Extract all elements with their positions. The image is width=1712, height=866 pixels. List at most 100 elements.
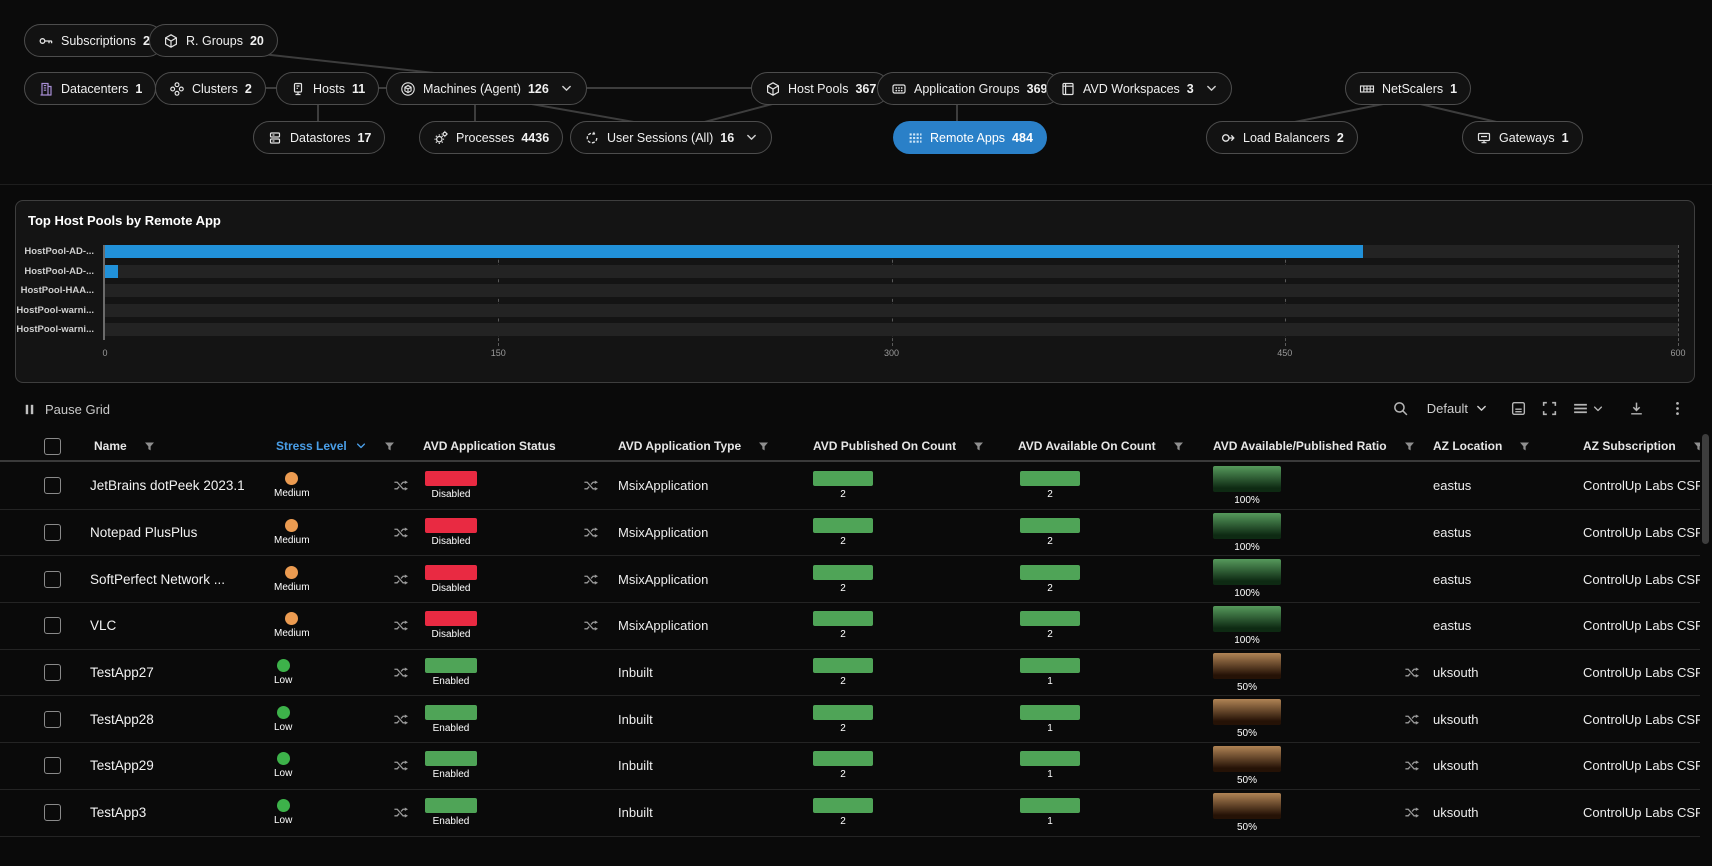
row-checkbox[interactable] [44, 757, 61, 774]
node-datacenters[interactable]: Datacenters1 [24, 72, 156, 105]
stress-dot [277, 659, 290, 672]
status-bar [425, 798, 477, 813]
fullscreen-icon[interactable] [1541, 400, 1558, 417]
table-row[interactable]: VLC Medium Disabled MsixApplication 2 2 … [0, 603, 1700, 650]
row-checkbox[interactable] [44, 617, 61, 634]
bar[interactable] [105, 265, 118, 278]
vertical-scrollbar[interactable] [1702, 434, 1709, 544]
select-all-checkbox[interactable] [44, 438, 61, 455]
pause-grid-button[interactable]: Pause Grid [22, 402, 110, 417]
table-row[interactable]: TestApp29 Low Enabled Inbuilt 2 1 50% uk… [0, 743, 1700, 790]
change-indicator-icon [393, 572, 408, 587]
cell-avd-available-on-count: 1 [1010, 743, 1205, 789]
change-indicator-icon [583, 478, 598, 493]
search-icon[interactable] [1392, 400, 1409, 417]
row-checkbox[interactable] [44, 477, 61, 494]
bar[interactable] [105, 245, 1363, 258]
column-header-avd-published-on-count[interactable]: AVD Published On Count [805, 432, 1010, 460]
cell-select [0, 556, 82, 602]
x-tick: 600 [1670, 348, 1685, 358]
filter-icon[interactable] [1403, 440, 1416, 453]
filter-icon[interactable] [383, 440, 396, 453]
column-label: AZ Subscription [1583, 439, 1676, 453]
count-bar [1020, 518, 1080, 533]
bar-track [105, 265, 1678, 278]
filter-icon[interactable] [143, 440, 156, 453]
node-count: 1 [1450, 82, 1457, 96]
download-icon[interactable] [1628, 400, 1645, 417]
table-row[interactable]: SoftPerfect Network ... Medium Disabled … [0, 556, 1700, 603]
column-header-avd-application-type[interactable]: AVD Application Type [610, 432, 805, 460]
node-machines-agent[interactable]: Machines (Agent)126 [386, 72, 587, 105]
gateway-icon [1476, 130, 1492, 146]
row-checkbox[interactable] [44, 664, 61, 681]
view-selector[interactable]: Default [1427, 401, 1488, 416]
table-row[interactable]: TestApp3 Low Enabled Inbuilt 2 1 50% uks… [0, 790, 1700, 837]
column-header-name[interactable]: Name [82, 432, 268, 460]
table-row[interactable]: Notepad PlusPlus Medium Disabled MsixApp… [0, 510, 1700, 557]
filter-icon[interactable] [757, 440, 770, 453]
cell-avd-application-status: Disabled [415, 510, 610, 556]
node-application-groups[interactable]: Application Groups369 [877, 72, 1061, 105]
cell-az-location: eastus [1425, 556, 1575, 602]
node-clusters[interactable]: Clusters2 [155, 72, 266, 105]
table-row[interactable]: JetBrains dotPeek 2023.1 Medium Disabled… [0, 463, 1700, 510]
row-checkbox[interactable] [44, 804, 61, 821]
table-row[interactable]: TestApp27 Low Enabled Inbuilt 2 1 50% uk… [0, 650, 1700, 697]
node-load-balancers[interactable]: Load Balancers2 [1206, 121, 1358, 154]
node-processes[interactable]: Processes4436 [419, 121, 563, 154]
cell-avd-ratio: 100% [1205, 463, 1425, 509]
filter-icon[interactable] [1518, 440, 1531, 453]
node-label: Subscriptions [61, 34, 136, 48]
row-checkbox[interactable] [44, 711, 61, 728]
filter-icon[interactable] [1172, 440, 1185, 453]
save-view-icon[interactable] [1510, 400, 1527, 417]
chevron-down-icon[interactable] [745, 131, 758, 144]
chevron-down-icon[interactable] [560, 82, 573, 95]
ratio-bar [1213, 606, 1281, 632]
node-subscriptions[interactable]: Subscriptions2 [24, 24, 164, 57]
status-bar [425, 611, 477, 626]
table-row[interactable]: TestApp28 Low Enabled Inbuilt 2 1 50% uk… [0, 696, 1700, 743]
kebab-menu-icon[interactable] [1669, 400, 1686, 417]
cell-name: VLC [82, 603, 268, 649]
node-netscalers[interactable]: NetScalers1 [1345, 72, 1471, 105]
column-header-az-subscription[interactable]: AZ Subscription [1575, 432, 1700, 460]
node-label: Remote Apps [930, 131, 1005, 145]
node-avd-workspaces[interactable]: AVD Workspaces3 [1046, 72, 1232, 105]
column-header-avd-application-status[interactable]: AVD Application Status [415, 432, 610, 460]
change-indicator-icon [393, 618, 408, 633]
count-bar [1020, 705, 1080, 720]
node-r-groups[interactable]: R. Groups20 [149, 24, 278, 57]
y-label: HostPool-HAA... [16, 284, 94, 297]
view-selected-label: Default [1427, 401, 1468, 416]
count-bar [813, 471, 873, 486]
node-hosts[interactable]: Hosts11 [276, 72, 379, 105]
column-header-avd-ratio[interactable]: AVD Available/Published Ratio [1205, 432, 1425, 460]
bar-track [105, 323, 1678, 336]
ratio-bar [1213, 699, 1281, 725]
column-header-avd-available-on-count[interactable]: AVD Available On Count [1010, 432, 1205, 460]
cell-avd-ratio: 50% [1205, 743, 1425, 789]
column-header-stress-level[interactable]: Stress Level [268, 432, 415, 460]
filter-icon[interactable] [972, 440, 985, 453]
change-indicator-icon [1404, 805, 1419, 820]
x-tick: 450 [1277, 348, 1292, 358]
row-checkbox[interactable] [44, 524, 61, 541]
node-host-pools[interactable]: Host Pools367 [751, 72, 890, 105]
node-label: Datastores [290, 131, 350, 145]
filter-icon[interactable] [1692, 440, 1700, 453]
cell-select [0, 790, 82, 836]
row-checkbox[interactable] [44, 571, 61, 588]
node-gateways[interactable]: Gateways1 [1462, 121, 1583, 154]
node-count: 126 [528, 82, 549, 96]
chevron-down-icon[interactable] [1205, 82, 1218, 95]
cell-select [0, 743, 82, 789]
column-header-az-location[interactable]: AZ Location [1425, 432, 1575, 460]
node-remote-apps[interactable]: Remote Apps484 [893, 121, 1047, 154]
node-user-sessions[interactable]: User Sessions (All)16 [570, 121, 772, 154]
cell-avd-ratio: 50% [1205, 650, 1425, 696]
grid-toolbar: Pause Grid Default [0, 394, 1700, 430]
columns-menu-button[interactable] [1572, 400, 1604, 417]
node-datastores[interactable]: Datastores17 [253, 121, 385, 154]
